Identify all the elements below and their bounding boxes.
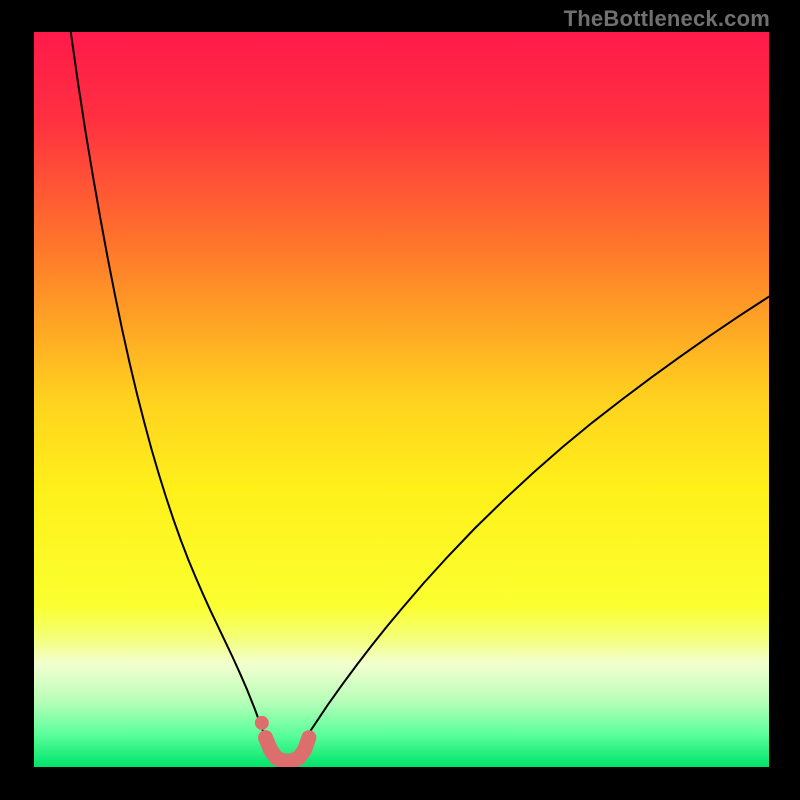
bottleneck-marker-dot (255, 716, 269, 730)
watermark-text: TheBottleneck.com (564, 6, 770, 32)
background-gradient (34, 32, 769, 767)
plot-area (34, 32, 769, 767)
chart-svg (34, 32, 769, 767)
chart-frame: TheBottleneck.com (0, 0, 800, 800)
